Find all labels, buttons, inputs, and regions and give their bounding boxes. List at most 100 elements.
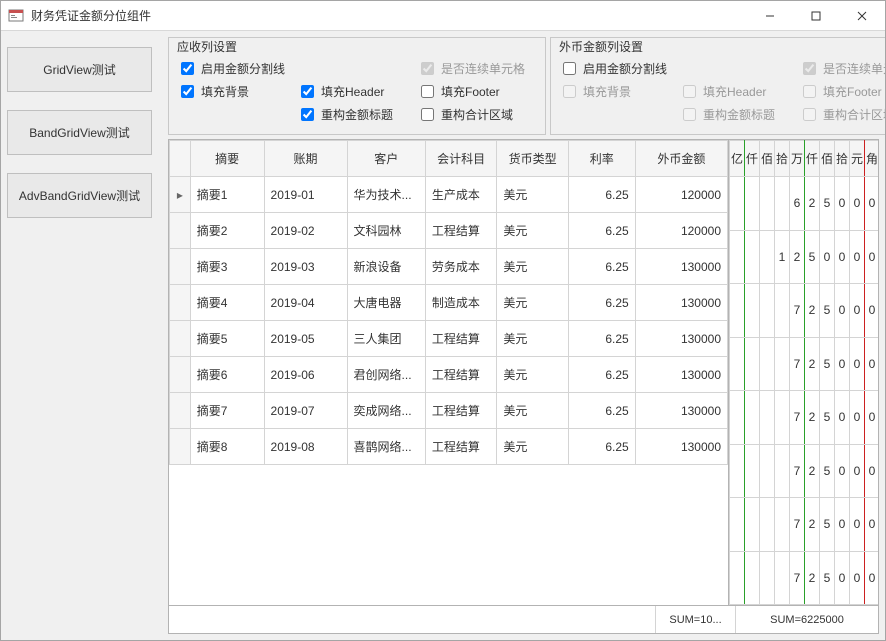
receivable-option-0-0[interactable]: 启用金额分割线: [177, 59, 297, 78]
column-header-0[interactable]: 摘要: [190, 141, 264, 177]
row-indicator: [170, 393, 191, 429]
cell-customer[interactable]: 喜鹊网络...: [347, 429, 425, 465]
cell-currency[interactable]: 美元: [497, 213, 568, 249]
foreign-option-0-0[interactable]: 启用金额分割线: [559, 59, 679, 78]
cell-subject[interactable]: 工程结算: [425, 321, 496, 357]
cell-rate[interactable]: 6.25: [568, 429, 635, 465]
table-row[interactable]: 摘要22019-02文科园林工程结算美元6.25120000: [170, 213, 728, 249]
foreign-option-2-1: 重构金额标题: [679, 105, 799, 124]
cell-period[interactable]: 2019-08: [264, 429, 347, 465]
cell-famt[interactable]: 130000: [635, 321, 727, 357]
digit-cell: 0: [865, 391, 879, 445]
cell-customer[interactable]: 君创网络...: [347, 357, 425, 393]
cell-customer[interactable]: 大唐电器: [347, 285, 425, 321]
cell-currency[interactable]: 美元: [497, 249, 568, 285]
cell-currency[interactable]: 美元: [497, 357, 568, 393]
cell-subject[interactable]: 制造成本: [425, 285, 496, 321]
cell-summary[interactable]: 摘要8: [190, 429, 264, 465]
table-row[interactable]: 摘要42019-04大唐电器制造成本美元6.25130000: [170, 285, 728, 321]
cell-currency[interactable]: 美元: [497, 393, 568, 429]
table-row[interactable]: 摘要82019-08喜鹊网络...工程结算美元6.25130000: [170, 429, 728, 465]
table-row[interactable]: 摘要32019-03新浪设备劳务成本美元6.25130000: [170, 249, 728, 285]
minimize-button[interactable]: [747, 1, 793, 31]
foreign-option-2-2: 重构合计区域: [799, 105, 886, 124]
table-row[interactable]: 摘要72019-07奕成网络...工程结算美元6.25130000: [170, 393, 728, 429]
cell-famt[interactable]: 120000: [635, 213, 727, 249]
receivable-option-2-1[interactable]: 重构金额标题: [297, 105, 417, 124]
cell-rate[interactable]: 6.25: [568, 357, 635, 393]
receivable-checkbox-1-0[interactable]: [181, 85, 194, 98]
cell-subject[interactable]: 工程结算: [425, 357, 496, 393]
cell-subject[interactable]: 工程结算: [425, 429, 496, 465]
cell-subject[interactable]: 工程结算: [425, 213, 496, 249]
cell-customer[interactable]: 三人集团: [347, 321, 425, 357]
cell-period[interactable]: 2019-03: [264, 249, 347, 285]
cell-period[interactable]: 2019-07: [264, 393, 347, 429]
cell-summary[interactable]: 摘要4: [190, 285, 264, 321]
table-row[interactable]: 摘要62019-06君创网络...工程结算美元6.25130000: [170, 357, 728, 393]
maximize-button[interactable]: [793, 1, 839, 31]
receivable-option-1-2[interactable]: 填充Footer: [417, 82, 537, 101]
cell-currency[interactable]: 美元: [497, 285, 568, 321]
gridview-button[interactable]: GridView测试: [7, 47, 152, 92]
cell-summary[interactable]: 摘要5: [190, 321, 264, 357]
cell-customer[interactable]: 奕成网络...: [347, 393, 425, 429]
cell-rate[interactable]: 6.25: [568, 321, 635, 357]
cell-summary[interactable]: 摘要1: [190, 177, 264, 213]
cell-currency[interactable]: 美元: [497, 429, 568, 465]
cell-summary[interactable]: 摘要6: [190, 357, 264, 393]
receivable-checkbox-0-0[interactable]: [181, 62, 194, 75]
cell-summary[interactable]: 摘要3: [190, 249, 264, 285]
cell-summary[interactable]: 摘要2: [190, 213, 264, 249]
cell-rate[interactable]: 6.25: [568, 213, 635, 249]
column-header-4[interactable]: 货币类型: [497, 141, 568, 177]
cell-famt[interactable]: 130000: [635, 285, 727, 321]
data-grid[interactable]: 摘要账期客户会计科目货币类型利率外币金额 ▸摘要12019-01华为技术...生…: [168, 139, 879, 634]
cell-rate[interactable]: 6.25: [568, 393, 635, 429]
receivable-option-1-1[interactable]: 填充Header: [297, 82, 417, 101]
receivable-option-2-2[interactable]: 重构合计区域: [417, 105, 537, 124]
cell-rate[interactable]: 6.25: [568, 285, 635, 321]
cell-famt[interactable]: 120000: [635, 177, 727, 213]
cell-subject[interactable]: 生产成本: [425, 177, 496, 213]
cell-rate[interactable]: 6.25: [568, 177, 635, 213]
table-row[interactable]: 摘要52019-05三人集团工程结算美元6.25130000: [170, 321, 728, 357]
cell-customer[interactable]: 新浪设备: [347, 249, 425, 285]
cell-famt[interactable]: 130000: [635, 429, 727, 465]
column-header-3[interactable]: 会计科目: [425, 141, 496, 177]
cell-customer[interactable]: 文科园林: [347, 213, 425, 249]
receivable-checkbox-2-2[interactable]: [421, 108, 434, 121]
receivable-checkbox-1-1[interactable]: [301, 85, 314, 98]
cell-currency[interactable]: 美元: [497, 321, 568, 357]
cell-subject[interactable]: 工程结算: [425, 393, 496, 429]
digit-row: 12500000: [730, 230, 879, 284]
cell-famt[interactable]: 130000: [635, 357, 727, 393]
cell-period[interactable]: 2019-04: [264, 285, 347, 321]
cell-customer[interactable]: 华为技术...: [347, 177, 425, 213]
digit-cell: 0: [835, 551, 850, 605]
column-header-5[interactable]: 利率: [568, 141, 635, 177]
cell-period[interactable]: 2019-01: [264, 177, 347, 213]
receivable-checkbox-1-2[interactable]: [421, 85, 434, 98]
column-header-6[interactable]: 外币金额: [635, 141, 727, 177]
receivable-checkbox-2-1[interactable]: [301, 108, 314, 121]
cell-period[interactable]: 2019-06: [264, 357, 347, 393]
column-header-2[interactable]: 客户: [347, 141, 425, 177]
cell-currency[interactable]: 美元: [497, 177, 568, 213]
cell-famt[interactable]: 130000: [635, 249, 727, 285]
close-button[interactable]: [839, 1, 885, 31]
titlebar[interactable]: 财务凭证金额分位组件: [1, 1, 885, 31]
advbandgridview-button[interactable]: AdvBandGridView测试: [7, 173, 152, 218]
cell-period[interactable]: 2019-02: [264, 213, 347, 249]
cell-rate[interactable]: 6.25: [568, 249, 635, 285]
cell-summary[interactable]: 摘要7: [190, 393, 264, 429]
table-row[interactable]: ▸摘要12019-01华为技术...生产成本美元6.25120000: [170, 177, 728, 213]
bandgridview-button[interactable]: BandGridView测试: [7, 110, 152, 155]
receivable-option-1-0[interactable]: 填充背景: [177, 82, 297, 101]
column-header-1[interactable]: 账期: [264, 141, 347, 177]
digit-cell: 0: [850, 551, 865, 605]
foreign-checkbox-0-0[interactable]: [563, 62, 576, 75]
cell-period[interactable]: 2019-05: [264, 321, 347, 357]
cell-subject[interactable]: 劳务成本: [425, 249, 496, 285]
cell-famt[interactable]: 130000: [635, 393, 727, 429]
